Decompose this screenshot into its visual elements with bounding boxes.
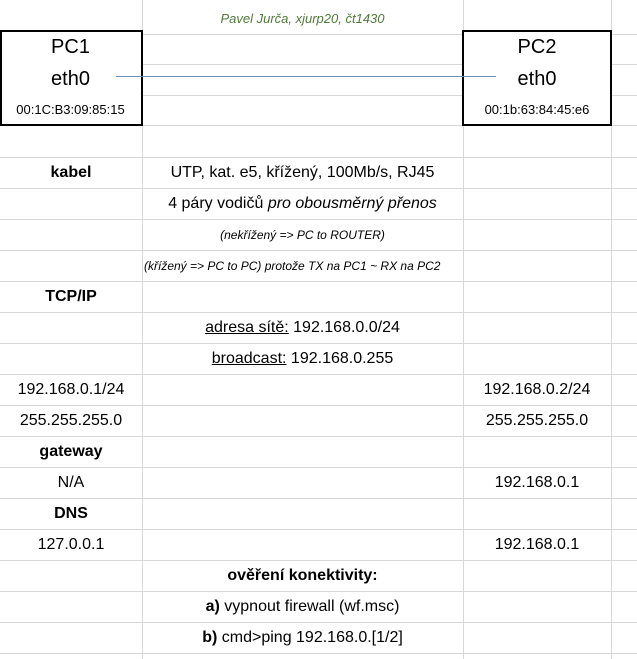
- broadcast-label: broadcast:: [211, 350, 287, 367]
- pc2-mask: 255.255.255.0: [485, 412, 589, 429]
- cable-note-straight: (nekřížený => PC to ROUTER): [220, 228, 385, 242]
- cable-pairs-text: 4 páry vodičů: [168, 195, 264, 212]
- tcpip-label: TCP/IP: [45, 288, 97, 305]
- pc2-dns: 192.168.0.1: [494, 536, 580, 553]
- broadcast-value: 192.168.0.255: [290, 350, 394, 367]
- row-divider: [0, 653, 637, 654]
- network-address-value: 192.168.0.0/24: [293, 319, 400, 336]
- pc1-mac: 00:1C:B3:09:85:15: [16, 101, 125, 117]
- verify-step-b-marker: b): [202, 629, 218, 646]
- pc1-interface: eth0: [51, 67, 90, 90]
- cable-connection-line: [116, 76, 496, 77]
- broadcast-address: broadcast: 192.168.0.255: [142, 344, 463, 374]
- pc1-gateway: N/A: [57, 474, 85, 491]
- network-address: adresa sítě: 192.168.0.0/24: [142, 313, 463, 343]
- cable-pairs-italic: pro obousměrný přenos: [267, 195, 437, 212]
- verify-step-b: b) cmd>ping 192.168.0.[1/2]: [142, 623, 463, 653]
- verify-title: ověření konektivity:: [227, 567, 378, 584]
- dns-label: DNS: [54, 505, 88, 522]
- spreadsheet: Pavel Jurča, xjurp20, čt1430 PC1 eth0 00…: [0, 0, 637, 659]
- verify-step-a: a) vypnout firewall (wf.msc): [142, 592, 463, 622]
- pc2-gateway: 192.168.0.1: [494, 474, 580, 491]
- pc1-ip: 192.168.0.1/24: [17, 381, 125, 398]
- cable-label: kabel: [50, 164, 92, 181]
- verify-step-a-marker: a): [205, 598, 220, 615]
- cable-spec: UTP, kat. e5, křížený, 100Mb/s, RJ45: [170, 164, 435, 181]
- cable-note-crossed: (křížený => PC to PC) protože TX na PC1 …: [144, 259, 441, 273]
- verify-step-a-text: vypnout firewall (wf.msc): [224, 598, 400, 615]
- pc2-interface: eth0: [517, 67, 557, 90]
- pc1-dns: 127.0.0.1: [37, 536, 105, 553]
- cable-pairs: 4 páry vodičů pro obousměrný přenos: [142, 189, 463, 219]
- verify-step-b-text: cmd>ping 192.168.0.[1/2]: [221, 629, 403, 646]
- author-header: Pavel Jurča, xjurp20, čt1430: [220, 10, 385, 26]
- gateway-label: gateway: [39, 443, 103, 460]
- pc2-ip: 192.168.0.2/24: [483, 381, 591, 398]
- pc2-name: PC2: [517, 35, 557, 58]
- pc1-mask: 255.255.255.0: [19, 412, 123, 429]
- pc1-name: PC1: [51, 35, 90, 58]
- network-address-label: adresa sítě:: [205, 319, 289, 336]
- pc2-mac: 00:1b:63:84:45:e6: [484, 101, 590, 117]
